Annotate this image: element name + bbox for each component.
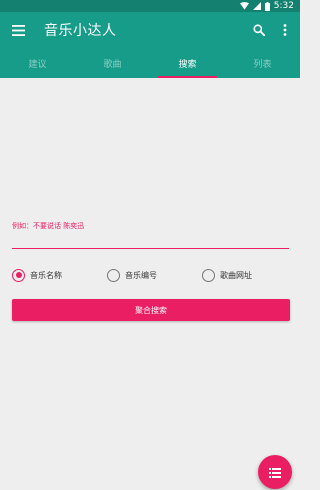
list-icon — [269, 463, 281, 482]
search-hint: 例如：不要说话 陈奕迅 — [12, 222, 85, 230]
aggregate-search-button[interactable]: 聚合搜索 — [12, 299, 290, 321]
radio-checked-icon — [12, 268, 25, 282]
battery-icon — [264, 1, 270, 11]
radio-unchecked-icon — [107, 268, 120, 282]
radio-label: 音乐编号 — [125, 270, 157, 280]
tab-list[interactable]: 列表 — [225, 48, 300, 78]
search-input[interactable]: 例如：不要说话 陈奕迅 — [12, 217, 289, 249]
menu-button[interactable] — [2, 12, 34, 48]
radio-song-url[interactable]: 歌曲网址 — [202, 268, 252, 282]
radio-music-id[interactable]: 音乐编号 — [107, 268, 202, 282]
signal-icon — [252, 2, 261, 10]
radio-label: 歌曲网址 — [220, 270, 252, 280]
menu-icon — [11, 21, 25, 40]
radio-music-name[interactable]: 音乐名称 — [12, 268, 107, 282]
app-toolbar: 音乐小达人 — [0, 12, 300, 48]
radio-unchecked-icon — [202, 268, 215, 282]
more-vert-icon — [283, 21, 287, 40]
search-type-radio-group: 音乐名称 音乐编号 歌曲网址 — [12, 267, 292, 283]
tab-search[interactable]: 搜索 — [150, 48, 225, 78]
wifi-icon — [239, 2, 249, 10]
tab-suggest[interactable]: 建议 — [0, 48, 75, 78]
search-button[interactable] — [246, 12, 272, 48]
tab-songs[interactable]: 歌曲 — [75, 48, 150, 78]
tab-bar: 建议 歌曲 搜索 列表 — [0, 48, 300, 78]
radio-label: 音乐名称 — [30, 270, 62, 280]
status-time: 5:32 — [273, 1, 294, 11]
app-title: 音乐小达人 — [44, 23, 117, 39]
more-options-button[interactable] — [272, 12, 298, 48]
search-page: 例如：不要说话 陈奕迅 音乐名称 音乐编号 歌曲网址 聚合搜索 — [0, 78, 300, 490]
list-fab[interactable] — [258, 455, 292, 489]
search-icon — [253, 21, 266, 40]
status-bar: 5:32 — [0, 0, 300, 12]
